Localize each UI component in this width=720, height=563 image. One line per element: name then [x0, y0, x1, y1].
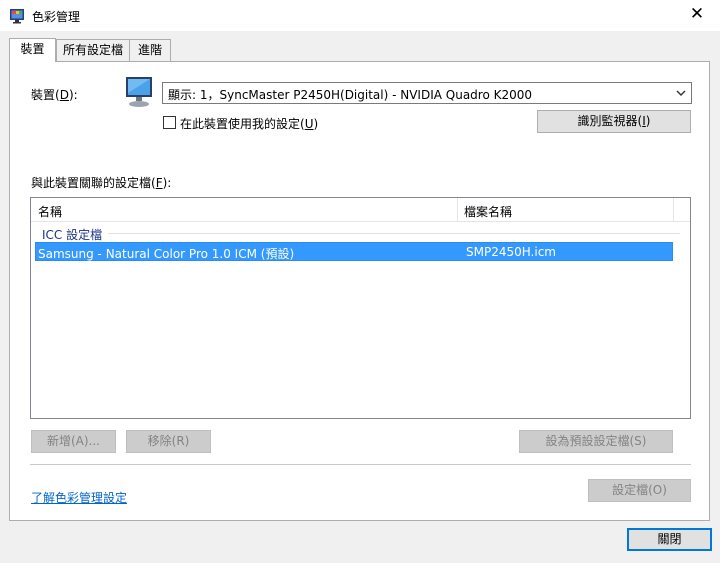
profile-name: Samsung - Natural Color Pro 1.0 ICM (預設): [38, 247, 295, 261]
identify-monitors-button[interactable]: 識別監視器(I): [537, 110, 691, 133]
device-select[interactable]: 顯示: 1，SyncMaster P2450H(Digital) - NVIDI…: [162, 82, 692, 104]
device-select-value: 顯示: 1，SyncMaster P2450H(Digital) - NVIDI…: [168, 88, 533, 102]
window-title: 色彩管理: [32, 10, 81, 24]
monitor-icon: [126, 77, 152, 107]
profiles-list[interactable]: 名稱 檔案名稱 ICC 設定檔 Samsung - Natural Color …: [30, 197, 691, 419]
divider: [30, 464, 691, 465]
profiles-button[interactable]: 設定檔(O): [588, 479, 691, 502]
use-my-settings-label[interactable]: 在此裝置使用我的設定(U): [180, 115, 318, 132]
close-button[interactable]: 關閉: [627, 528, 712, 551]
title-bar: 色彩管理 ✕: [0, 0, 720, 31]
column-file-name[interactable]: 檔案名稱: [464, 203, 512, 220]
devices-panel: 裝置(D): 顯示: 1，SyncMaster P2450H(Digital) …: [9, 61, 710, 521]
use-my-settings-checkbox[interactable]: [163, 116, 176, 129]
close-icon: ✕: [689, 4, 705, 24]
column-divider[interactable]: [457, 198, 458, 222]
chevron-down-icon: [676, 90, 686, 96]
column-name[interactable]: 名稱: [38, 203, 62, 220]
group-divider: [108, 233, 680, 234]
device-label: 裝置(D):: [31, 88, 78, 102]
profiles-list-header: 名稱 檔案名稱: [31, 198, 690, 222]
tab-devices[interactable]: 裝置: [9, 38, 56, 62]
tab-all-profiles[interactable]: 所有設定檔: [56, 39, 130, 61]
profiles-label: 與此裝置關聯的設定檔(F):: [31, 176, 172, 190]
add-profile-button[interactable]: 新增(A)...: [31, 430, 116, 453]
tab-advanced[interactable]: 進階: [129, 39, 171, 61]
close-window-button[interactable]: ✕: [674, 0, 720, 31]
remove-profile-button[interactable]: 移除(R): [126, 430, 211, 453]
table-row[interactable]: Samsung - Natural Color Pro 1.0 ICM (預設)…: [35, 242, 673, 261]
color-management-icon: [10, 9, 24, 24]
set-default-profile-button[interactable]: 設為預設設定檔(S): [519, 430, 673, 453]
learn-more-link[interactable]: 了解色彩管理設定: [31, 489, 127, 506]
icc-profiles-group: ICC 設定檔: [42, 228, 103, 242]
profile-file: SMP2450H.icm: [466, 245, 556, 259]
column-divider[interactable]: [673, 198, 674, 222]
